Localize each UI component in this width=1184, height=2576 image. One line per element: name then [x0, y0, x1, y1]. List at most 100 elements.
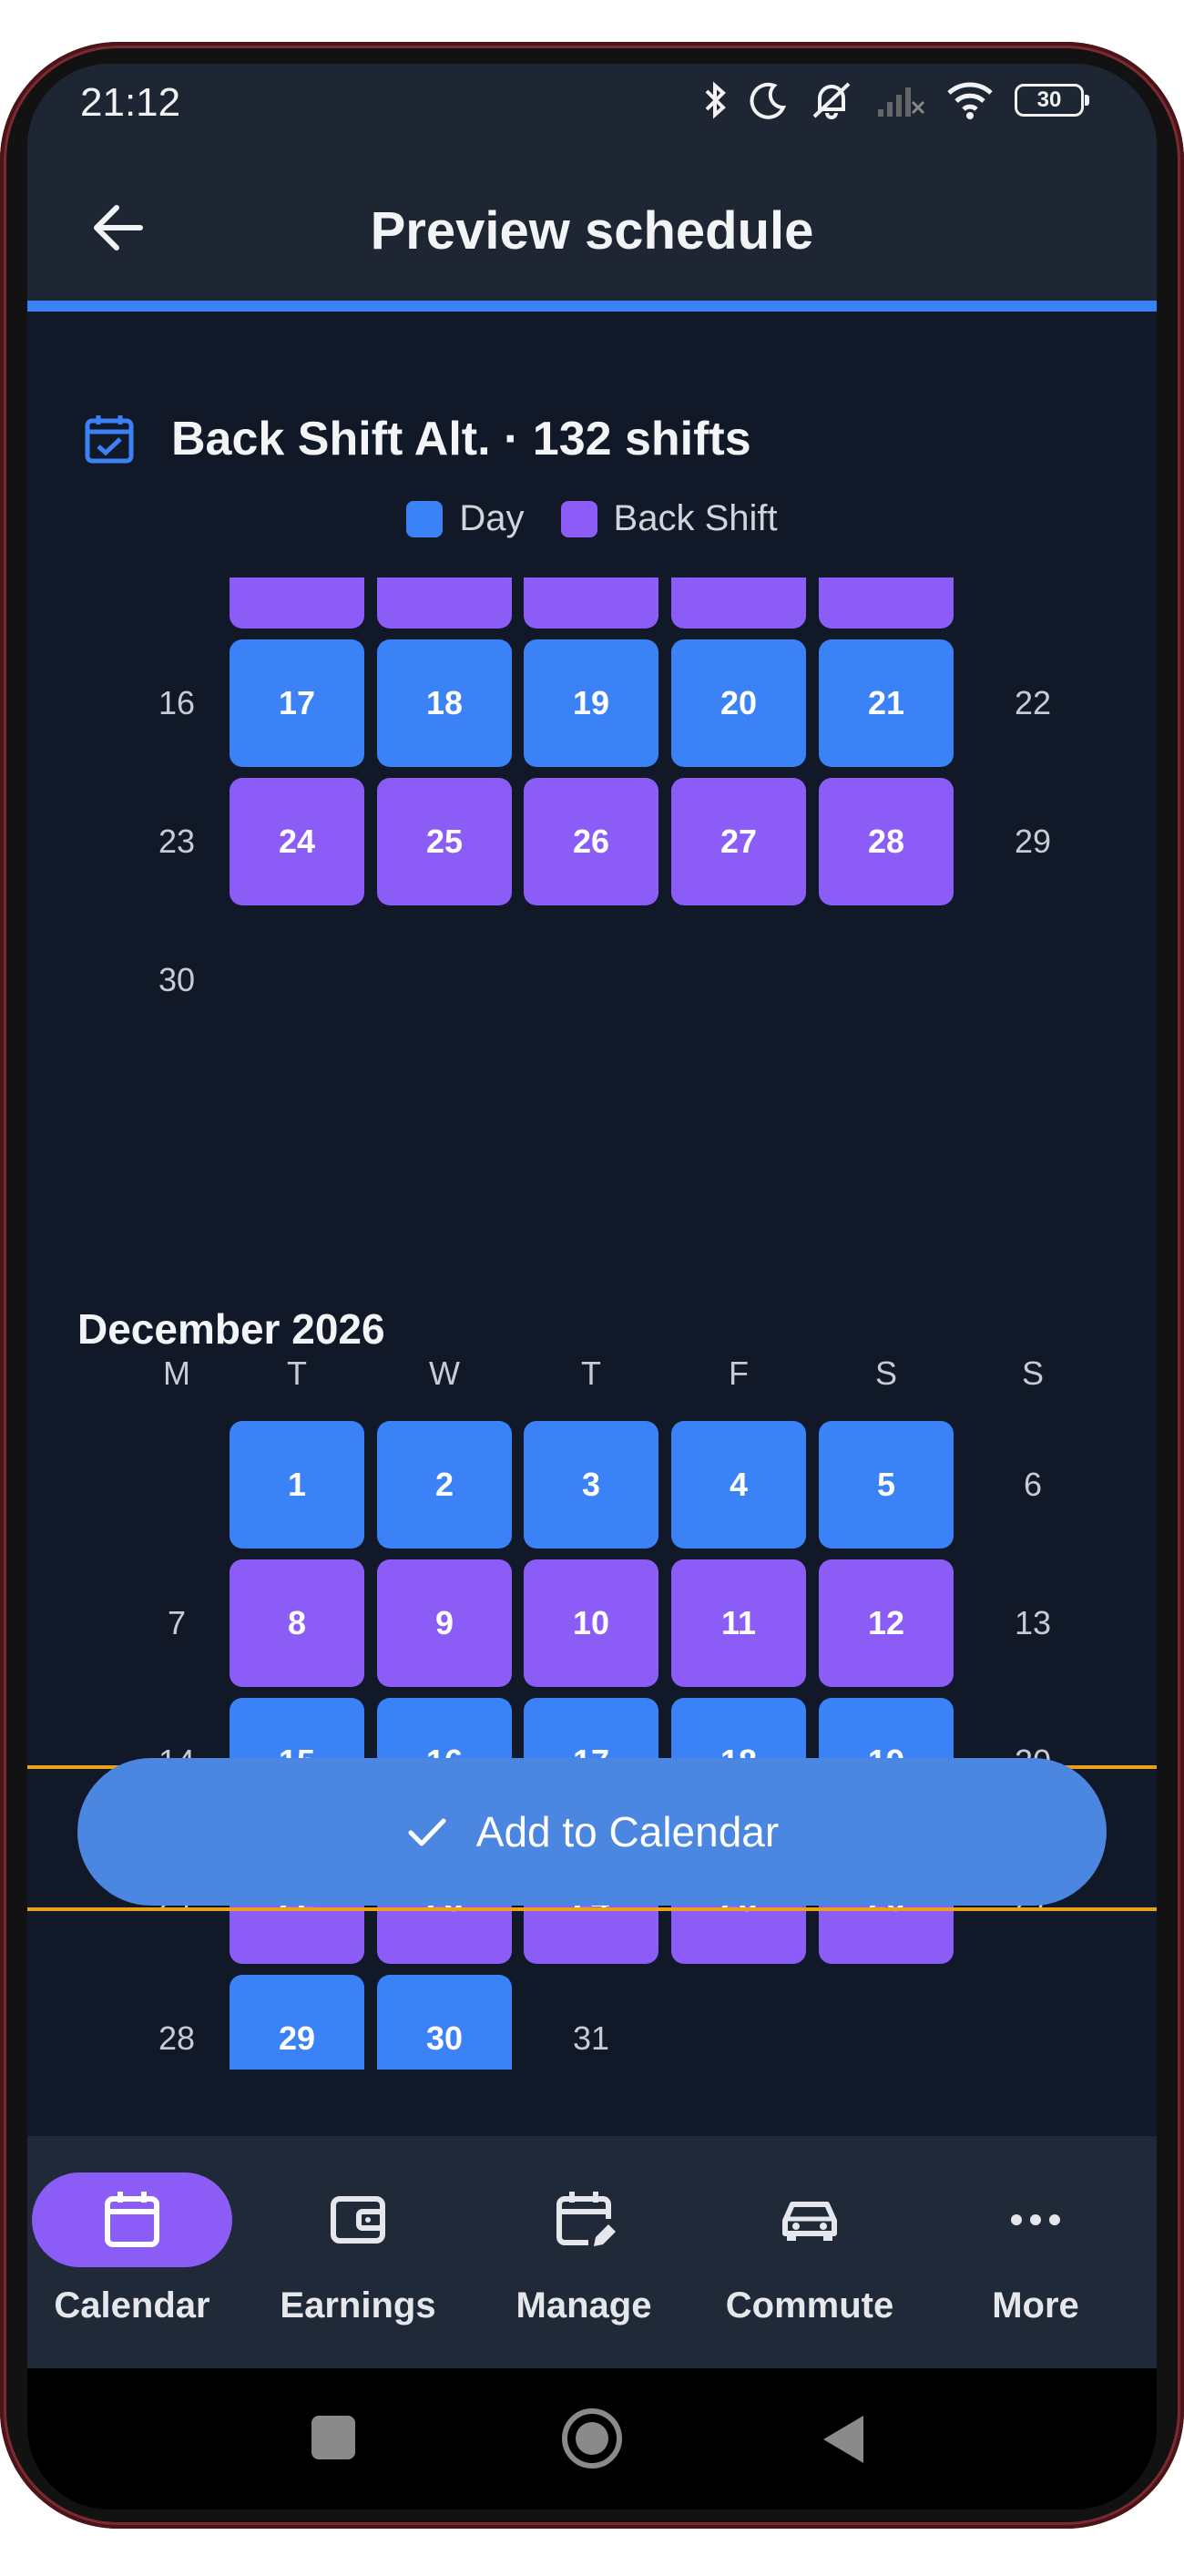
legend-swatch-back-shift — [560, 500, 597, 537]
nav-item-more[interactable]: More — [931, 2172, 1140, 2326]
shift-cell: 4 — [671, 1421, 806, 1549]
shift-cell: 1 — [230, 1421, 364, 1549]
calendar-icon — [105, 2192, 159, 2247]
nav-pill — [258, 2172, 458, 2267]
status-time: 21:12 — [80, 80, 181, 125]
legend-label-back-shift: Back Shift — [613, 498, 778, 538]
check-icon — [408, 1818, 446, 1846]
system-back-button[interactable] — [820, 2414, 867, 2469]
day-cell: 31 — [572, 2019, 610, 2057]
screen: 21:12 30 Preview schedule Back Shift Alt… — [27, 64, 1157, 2510]
nav-pill — [935, 2172, 1136, 2267]
day-cell: 13 — [1014, 1604, 1052, 1641]
shift-cell: 29 — [230, 1975, 364, 2070]
circle-home-icon — [562, 2408, 622, 2469]
weekday-fri: F — [729, 1354, 749, 1392]
app-bar: Preview schedule — [27, 155, 1157, 301]
calendar-edit-icon — [556, 2192, 616, 2246]
legend-label-day: Day — [459, 498, 525, 538]
shift-cell: 10 — [524, 1559, 658, 1687]
shift-cell: 5 — [819, 1421, 954, 1549]
day-cell: 28 — [158, 2019, 196, 2057]
legend-item-day: Day — [406, 498, 525, 539]
shift-cell: 17 — [230, 639, 364, 767]
wifi-icon — [947, 82, 993, 119]
shift-cell: 12 — [819, 1559, 954, 1687]
shift-cell: 30 — [377, 1975, 512, 2070]
system-nav-bar — [27, 2368, 1157, 2510]
shift-cell: 18 — [377, 639, 512, 767]
day-cell: 23 — [158, 823, 196, 860]
month-title: December 2026 — [77, 1305, 385, 1353]
wallet-icon — [331, 2196, 385, 2244]
weekday-sat: S — [874, 1354, 897, 1392]
recent-apps-button[interactable] — [310, 2414, 357, 2466]
progress-fill — [27, 301, 1157, 312]
shift-cell: 9 — [377, 1559, 512, 1687]
shift-cell: 11 — [671, 1559, 806, 1687]
add-to-calendar-label: Add to Calendar — [475, 1808, 780, 1855]
no-signal-icon — [878, 87, 925, 117]
shift-cell: 8 — [230, 1559, 364, 1687]
shift-cell: 2 — [377, 1421, 512, 1549]
status-bar: 21:12 30 — [27, 64, 1157, 155]
nav-item-calendar[interactable]: Calendar — [27, 2172, 237, 2326]
nav-label-calendar: Calendar — [54, 2285, 210, 2326]
calendar-check-icon — [85, 415, 134, 464]
shift-cell-partial — [230, 578, 364, 629]
nav-pill — [709, 2172, 910, 2267]
shift-cell: 20 — [671, 639, 806, 767]
weekday-wed: W — [429, 1354, 460, 1392]
shift-cell: 28 — [819, 778, 954, 905]
nav-item-commute[interactable]: Commute — [705, 2172, 914, 2326]
nav-pill — [484, 2172, 684, 2267]
day-cell: 29 — [1014, 823, 1052, 860]
shift-cell-partial — [524, 578, 658, 629]
schedule-title: Back Shift Alt. · 132 shifts — [171, 413, 751, 465]
shift-cell: 25 — [377, 778, 512, 905]
car-icon — [782, 2202, 837, 2241]
progress-bar — [27, 301, 1157, 312]
weekday-tue: T — [287, 1354, 307, 1392]
day-cell: 22 — [1014, 684, 1052, 721]
page-title: Preview schedule — [370, 201, 814, 261]
muted-bell-icon — [812, 82, 851, 119]
day-cell: 16 — [158, 684, 196, 721]
do-not-disturb-moon-icon — [750, 82, 787, 119]
shift-cell-partial — [819, 578, 954, 629]
day-cell: 6 — [1023, 1466, 1043, 1503]
battery-icon: 30 — [1015, 84, 1089, 117]
nav-item-manage[interactable]: Manage — [479, 2172, 689, 2326]
battery-level: 30 — [1036, 87, 1062, 112]
nav-label-more: More — [992, 2285, 1079, 2326]
day-cell: 7 — [167, 1604, 187, 1641]
status-icons: 30 — [701, 80, 1089, 120]
shift-cell: 21 — [819, 639, 954, 767]
shift-cell-partial — [671, 578, 806, 629]
shift-cell: 19 — [524, 639, 658, 767]
nav-label-commute: Commute — [725, 2285, 894, 2326]
more-horizontal-icon — [1011, 2214, 1060, 2225]
square-recent-icon — [311, 2416, 355, 2459]
legend: Day Back Shift — [27, 498, 1157, 539]
weekday-sun: S — [1021, 1354, 1044, 1392]
shift-cell: 26 — [524, 778, 658, 905]
weekday-thu: T — [581, 1354, 601, 1392]
home-button[interactable] — [560, 2407, 624, 2475]
day-cell: 30 — [158, 961, 196, 998]
shift-cell: 27 — [671, 778, 806, 905]
nav-item-earnings[interactable]: Earnings — [253, 2172, 463, 2326]
add-to-calendar-button[interactable]: Add to Calendar — [77, 1758, 1107, 1906]
shift-cell: 3 — [524, 1421, 658, 1549]
shift-cell: 24 — [230, 778, 364, 905]
legend-item-back-shift: Back Shift — [560, 498, 778, 539]
triangle-back-icon — [823, 2416, 863, 2463]
schedule-header: Back Shift Alt. · 132 shifts — [82, 412, 751, 466]
bluetooth-icon — [705, 81, 726, 119]
shift-cell-partial — [377, 578, 512, 629]
bottom-nav: Calendar Earnings Manage Commute More — [27, 2136, 1157, 2368]
nav-label-earnings: Earnings — [280, 2285, 436, 2326]
legend-swatch-day — [406, 500, 444, 537]
nav-pill-active — [32, 2172, 232, 2267]
weekday-mon: M — [163, 1354, 190, 1392]
